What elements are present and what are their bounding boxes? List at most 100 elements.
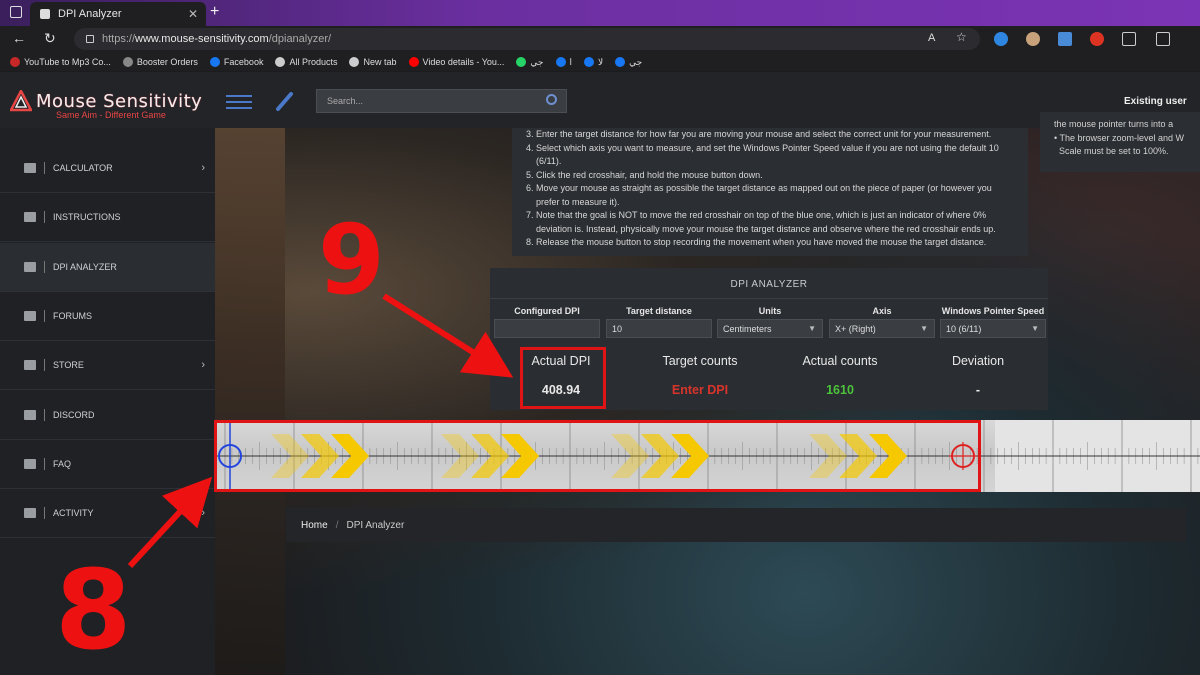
address-bar[interactable]: https://www.mouse-sensitivity.com/dpiana… (74, 28, 980, 50)
bookmark-label: ا (569, 56, 573, 67)
bookmark-item[interactable]: Booster Orders (122, 57, 198, 67)
bookmark-item[interactable]: جي (615, 57, 642, 68)
select-dropdown[interactable]: X+ (Right) ▼ (829, 319, 935, 338)
sidebar-item-dpi-analyzer[interactable]: DPI ANALYZER (0, 242, 215, 292)
new-tab-icon[interactable]: + (210, 3, 219, 21)
bookmark-label: Video details - You... (422, 57, 505, 67)
tab-close-icon[interactable]: ✕ (188, 7, 198, 21)
sidebar-item-instructions[interactable]: INSTRUCTIONS (0, 193, 215, 243)
extension-1-icon[interactable] (994, 32, 1008, 46)
sidebar-item-icon (24, 310, 36, 321)
back-icon[interactable]: ← (12, 30, 26, 46)
text-input[interactable]: 10 (606, 319, 712, 338)
browser-tab-active[interactable]: DPI Analyzer ✕ (30, 2, 206, 26)
bookmark-item[interactable]: لا (584, 57, 603, 68)
window-menu-icon[interactable] (10, 6, 22, 18)
chevron-down-icon: ▼ (920, 324, 928, 333)
result-label: Target counts (662, 354, 738, 368)
favorite-star-icon[interactable]: ☆ (956, 30, 967, 44)
select-dropdown[interactable]: Centimeters ▼ (717, 319, 823, 338)
field-value: X+ (Right) (835, 323, 876, 334)
field-label: Windows Pointer Speed (941, 306, 1045, 316)
bookmark-item[interactable]: جي (516, 56, 544, 68)
chevron-right-icon: › (201, 507, 205, 520)
analyzer-divider (490, 298, 1048, 299)
hamburger-menu-icon[interactable] (226, 95, 252, 113)
sidebar-item-label: FORUMS (53, 310, 92, 321)
ruler-highlight-box (214, 420, 981, 492)
search-icon[interactable] (546, 94, 557, 105)
site-header: Mouse Sensitivity Same Aim - Different G… (0, 72, 1200, 128)
sidebar-item-label: INSTRUCTIONS (53, 212, 121, 223)
extensions-puzzle-icon[interactable] (1122, 32, 1136, 46)
instruction-line: 3. Enter the target distance for how far… (526, 129, 992, 139)
bookmark-item[interactable]: Video details - You... (408, 57, 505, 67)
paint-brush-icon[interactable] (274, 90, 296, 112)
chevron-right-icon: › (201, 359, 205, 372)
sidebar-separator (44, 408, 45, 421)
analyzer-title: DPI ANALYZER (730, 279, 808, 290)
tab-title: DPI Analyzer (58, 8, 122, 20)
bookmark-favicon-icon (615, 57, 626, 67)
step-number-8: 8 (55, 546, 132, 674)
read-aloud-icon[interactable]: A (928, 32, 935, 44)
bookmark-item[interactable]: All Products (275, 57, 337, 67)
sidebar-item-icon (24, 409, 36, 420)
sidebar-item-label: FAQ (53, 458, 72, 469)
extension-3-icon[interactable] (1090, 32, 1104, 46)
bookmark-label: YouTube to Mp3 Co... (24, 57, 111, 67)
breadcrumb-separator: / (335, 519, 339, 531)
bookmark-label: All Products (289, 57, 338, 67)
sidebar-separator (44, 359, 45, 372)
bookmark-item[interactable]: New tab (349, 57, 397, 67)
bookmark-item[interactable]: ا (555, 56, 573, 68)
bookmark-favicon-icon (408, 57, 419, 67)
bookmark-favicon-icon (584, 57, 595, 67)
instruction-line: 4. Select which axis you want to measure… (526, 142, 999, 153)
breadcrumb-current: DPI Analyzer (346, 519, 405, 531)
sidebar-item-calculator[interactable]: CALCULATOR › (0, 144, 215, 193)
sidebar-item-faq[interactable]: FAQ (0, 440, 215, 489)
instruction-line: (6/11). (526, 156, 562, 166)
bookmark-favicon-icon (275, 57, 286, 67)
instruction-line: 8. Release the mouse button to stop reco… (526, 237, 987, 247)
result-label: Deviation (951, 354, 1005, 368)
sidebar-item-forums[interactable]: FORUMS (0, 292, 215, 341)
bookmark-label: جي (530, 56, 544, 67)
sidebar-item-label: CALCULATOR (53, 163, 113, 173)
sidebar-item-activity[interactable]: ACTIVITY › (0, 489, 215, 539)
text-input[interactable] (494, 319, 600, 338)
browser-tab-bar: DPI Analyzer ✕ + (0, 0, 1200, 26)
logo-triangle-icon (10, 90, 32, 112)
bookmark-item[interactable]: Facebook (209, 57, 263, 67)
notes-panel: the mouse pointer turns into a • The brow… (1040, 112, 1200, 172)
browser-toolbar: ← ↻ https://www.mouse-sensitivity.com/dp… (0, 26, 1200, 53)
bookmark-favicon-icon (555, 57, 566, 67)
reload-icon[interactable]: ↻ (44, 30, 56, 47)
bookmark-favicon-icon (209, 57, 220, 67)
bookmark-label: New tab (363, 57, 397, 67)
note-line: • The browser zoom-level and W (1054, 132, 1185, 143)
instruction-line: 5. Click the red crosshair, and hold the… (526, 169, 763, 180)
bookmark-favicon-icon (516, 57, 527, 67)
field-value: Centimeters (723, 323, 772, 334)
bookmark-item[interactable]: YouTube to Mp3 Co... (10, 57, 111, 67)
bookmark-favicon-icon (10, 57, 20, 67)
sidebar-separator (44, 211, 45, 224)
bookmark-label: Booster Orders (136, 57, 198, 67)
split-screen-icon[interactable] (1156, 32, 1170, 46)
bookmark-favicon-icon (349, 57, 360, 67)
logo-title: Mouse Sensitivity (36, 91, 203, 112)
extension-new-icon[interactable] (1058, 32, 1072, 46)
sidebar-item-discord[interactable]: DISCORD (0, 391, 215, 440)
sidebar-item-label: DISCORD (53, 409, 95, 420)
result-value: - (975, 383, 981, 397)
select-dropdown[interactable]: 10 (6/11) ▼ (940, 319, 1046, 338)
instruction-line: 6. Move your mouse as straight as possib… (526, 183, 992, 193)
search-input[interactable]: Search... (316, 89, 567, 113)
existing-user-link[interactable]: Existing user (1124, 96, 1187, 107)
sidebar-separator (44, 162, 45, 174)
extension-2-icon[interactable] (1026, 32, 1040, 46)
sidebar-item-store[interactable]: STORE › (0, 341, 215, 391)
breadcrumb-home[interactable]: Home (301, 520, 328, 531)
